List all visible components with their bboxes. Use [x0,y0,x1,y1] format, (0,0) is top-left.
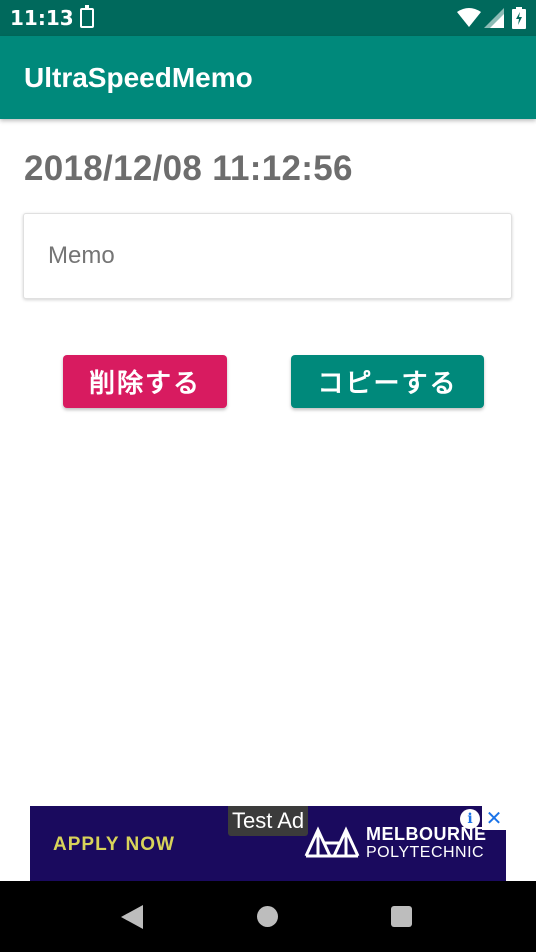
copy-button[interactable]: コピーする [291,355,484,408]
memo-input[interactable] [48,236,488,276]
app-title: UltraSpeedMemo [24,62,253,93]
memo-card [23,213,512,299]
status-time: 11:13 [10,6,74,30]
ad-banner[interactable]: APPLY NOW Test Ad MELBOURNE POLYTECHNIC … [30,806,506,881]
status-bar: 11:13 [0,0,536,36]
navigation-bar [0,881,536,952]
ad-info-icon[interactable]: i [460,809,480,829]
melbourne-polytechnic-logo-icon [304,826,360,858]
app-bar: UltraSpeedMemo [0,36,536,119]
battery-saver-icon [80,5,94,28]
ad-brand-subtitle: POLYTECHNIC [366,844,485,861]
wifi-icon [457,8,481,27]
test-ad-label: Test Ad [228,806,309,836]
memo-timestamp: 2018/12/08 11:12:56 [24,149,353,188]
battery-icon [512,7,526,29]
delete-button[interactable]: 削除する [63,355,227,408]
recents-icon[interactable] [391,906,412,927]
ad-close-icon[interactable]: ✕ [482,806,506,830]
ad-cta[interactable]: APPLY NOW [53,834,175,856]
home-icon[interactable] [257,906,278,927]
back-icon[interactable] [121,905,143,929]
signal-icon [484,8,504,28]
